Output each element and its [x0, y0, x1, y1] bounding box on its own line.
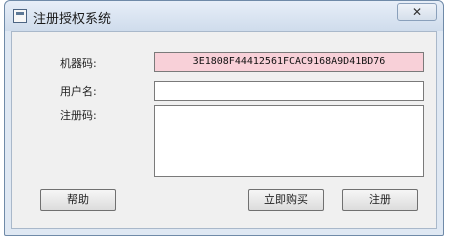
regcode-label: 注册码:: [60, 109, 97, 122]
machine-code-label: 机器码:: [60, 57, 97, 70]
username-label: 用户名:: [60, 85, 97, 98]
client-area: 机器码: 3E1808F44412561FCAC9168A9D41BD76 用户…: [11, 31, 437, 229]
app-icon: [13, 9, 27, 23]
buy-now-button[interactable]: 立即购买: [248, 189, 324, 211]
close-button[interactable]: ✕: [397, 3, 437, 21]
regcode-textarea[interactable]: [154, 105, 424, 177]
title-bar[interactable]: 注册授权系统 ✕: [5, 1, 443, 31]
register-button[interactable]: 注册: [342, 189, 418, 211]
machine-code-field[interactable]: 3E1808F44412561FCAC9168A9D41BD76: [154, 52, 424, 72]
help-button[interactable]: 帮助: [40, 189, 116, 211]
registration-window: 注册授权系统 ✕ 机器码: 3E1808F44412561FCAC9168A9D…: [4, 0, 444, 236]
username-input[interactable]: [154, 81, 424, 101]
window-title: 注册授权系统: [33, 12, 112, 27]
